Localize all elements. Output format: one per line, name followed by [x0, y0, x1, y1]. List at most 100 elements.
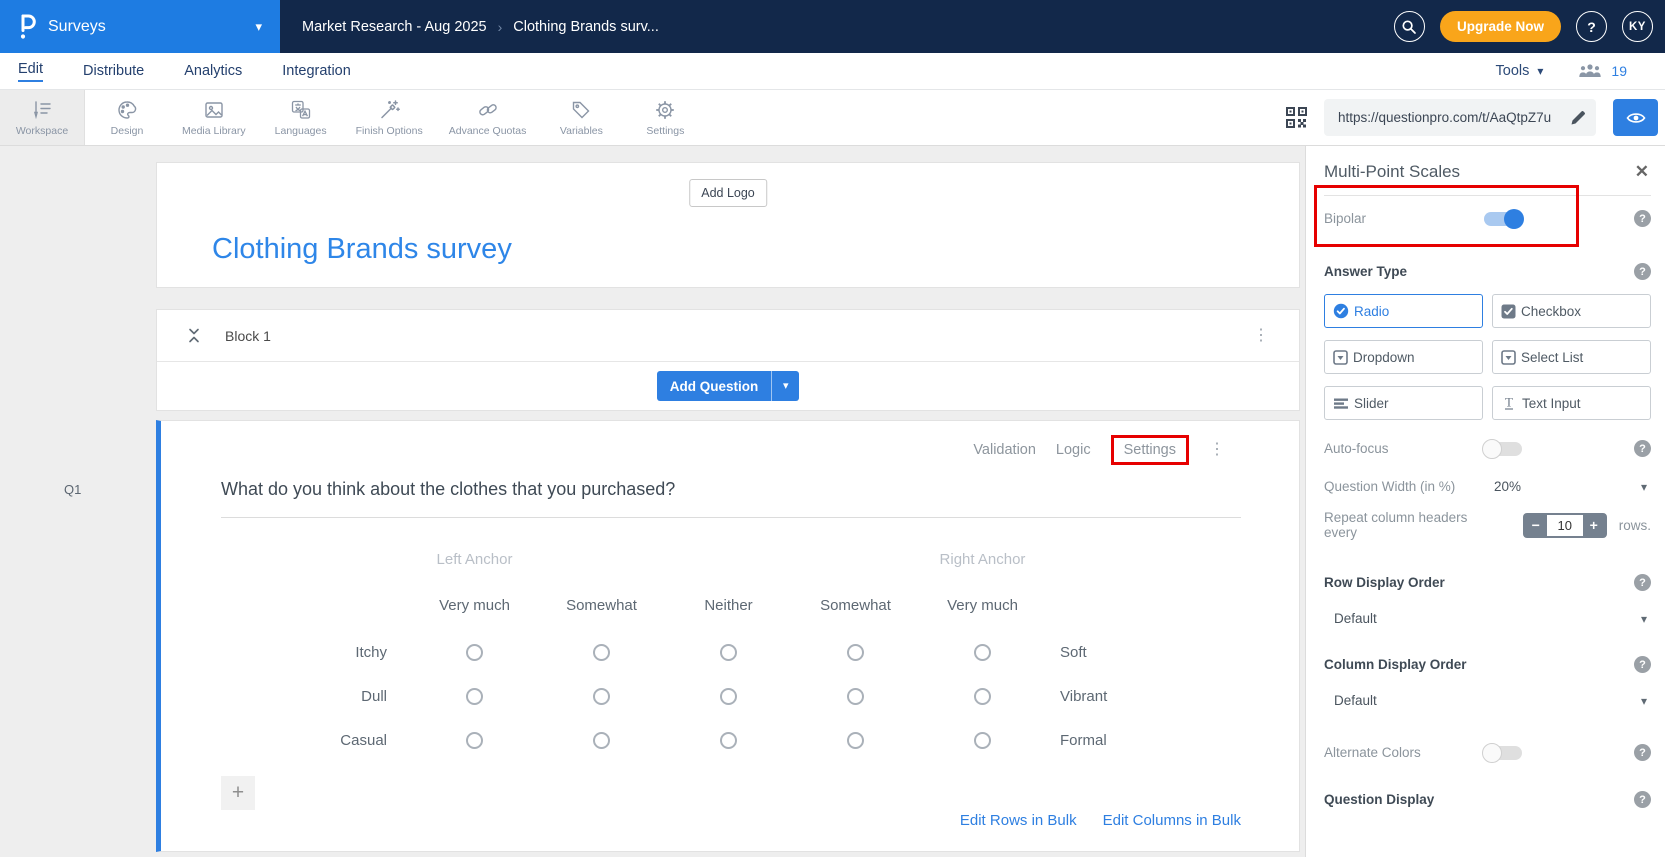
qr-code-button[interactable]	[1286, 107, 1307, 128]
answer-type-radio[interactable]: Radio	[1324, 294, 1483, 328]
left-anchor-label[interactable]: Left Anchor	[411, 551, 538, 568]
collapse-block-icon[interactable]	[187, 327, 201, 344]
add-logo-button[interactable]: Add Logo	[689, 179, 767, 207]
answer-type-slider[interactable]: Slider	[1324, 386, 1483, 420]
toolbar-item-design[interactable]: Design	[85, 90, 169, 145]
tab-analytics[interactable]: Analytics	[184, 63, 242, 79]
row-right-label[interactable]: Vibrant	[1046, 688, 1246, 705]
bipolar-toggle[interactable]	[1484, 208, 1524, 229]
search-button[interactable]	[1393, 11, 1425, 42]
toolbar-item-languages[interactable]: Languages	[259, 90, 343, 145]
row-right-label[interactable]: Formal	[1046, 732, 1246, 749]
scale-column-header[interactable]: Neither	[665, 597, 792, 614]
survey-title[interactable]: Clothing Brands survey	[212, 233, 512, 266]
radio-button[interactable]	[466, 731, 483, 749]
editor-content: Q1 Add Logo Clothing Brands survey Block…	[0, 146, 1665, 857]
scale-column-header[interactable]: Somewhat	[792, 597, 919, 614]
answer-type-checkbox[interactable]: Checkbox	[1492, 294, 1651, 328]
scale-column-header[interactable]: Very much	[919, 597, 1046, 614]
chevron-down-icon[interactable]: ▾	[1641, 480, 1647, 494]
toolbar-item-media-library[interactable]: Media Library	[169, 90, 259, 145]
help-icon[interactable]: ?	[1634, 744, 1651, 761]
radio-button[interactable]	[593, 643, 610, 661]
radio-button[interactable]	[466, 687, 483, 705]
edit-url-pencil-icon[interactable]	[1569, 108, 1588, 127]
radio-button[interactable]	[974, 731, 991, 749]
tab-edit[interactable]: Edit	[18, 61, 43, 82]
add-question-button[interactable]: Add Question	[656, 371, 772, 401]
radio-button[interactable]	[974, 643, 991, 661]
row-left-label[interactable]: Itchy	[221, 644, 411, 661]
help-icon[interactable]: ?	[1634, 440, 1651, 457]
help-icon[interactable]: ?	[1634, 210, 1651, 227]
right-anchor-label[interactable]: Right Anchor	[919, 551, 1046, 568]
plus-button[interactable]: +	[1583, 515, 1605, 536]
answer-type-label: Text Input	[1522, 395, 1581, 411]
toolbar-item-settings[interactable]: Settings	[623, 90, 707, 145]
section-nav: Edit Distribute Analytics Integration To…	[0, 53, 1665, 90]
row-left-label[interactable]: Casual	[221, 732, 411, 749]
preview-button[interactable]	[1613, 99, 1658, 136]
add-question-dropdown[interactable]: ▾	[771, 371, 800, 401]
repeat-headers-row: Repeat column headers every − + rows.	[1324, 510, 1651, 540]
block-menu-kebab-icon[interactable]: ⋮	[1253, 327, 1269, 344]
radio-button[interactable]	[847, 687, 864, 705]
row-display-order-heading-row: Row Display Order ?	[1324, 574, 1651, 591]
toolbar-item-finish-options[interactable]: Finish Options	[343, 90, 436, 145]
alternate-colors-toggle[interactable]	[1482, 742, 1522, 763]
answer-type-text-input[interactable]: T Text Input	[1492, 386, 1651, 420]
row-left-label[interactable]: Dull	[221, 688, 411, 705]
answer-type-dropdown[interactable]: Dropdown	[1324, 340, 1483, 374]
product-name: Surveys	[48, 17, 106, 35]
tab-distribute[interactable]: Distribute	[83, 63, 144, 79]
product-switcher[interactable]: Surveys ▾	[0, 0, 280, 53]
toolbar-item-advance-quotas[interactable]: Advance Quotas	[436, 90, 540, 145]
help-icon[interactable]: ?	[1634, 656, 1651, 673]
validation-link[interactable]: Validation	[973, 442, 1036, 458]
avatar[interactable]: KY	[1622, 11, 1653, 42]
edit-columns-in-bulk-link[interactable]: Edit Columns in Bulk	[1103, 812, 1241, 829]
radio-button[interactable]	[593, 687, 610, 705]
close-icon[interactable]: ✕	[1635, 162, 1649, 182]
radio-button[interactable]	[720, 731, 737, 749]
question-number-label: Q1	[64, 482, 82, 497]
repeat-headers-input[interactable]	[1546, 514, 1583, 536]
toolbar-item-variables[interactable]: Variables	[539, 90, 623, 145]
add-row-button[interactable]: +	[221, 776, 255, 810]
help-icon[interactable]: ?	[1634, 263, 1651, 280]
radio-button[interactable]	[593, 731, 610, 749]
help-button[interactable]: ?	[1576, 11, 1607, 42]
breadcrumb-folder[interactable]: Market Research - Aug 2025	[302, 19, 487, 35]
auto-focus-toggle[interactable]	[1482, 438, 1522, 459]
edit-rows-in-bulk-link[interactable]: Edit Rows in Bulk	[960, 812, 1077, 829]
scale-column-header[interactable]: Very much	[411, 597, 538, 614]
scale-column-header[interactable]: Somewhat	[538, 597, 665, 614]
help-icon[interactable]: ?	[1634, 574, 1651, 591]
upgrade-button[interactable]: Upgrade Now	[1439, 11, 1561, 42]
radio-button[interactable]	[847, 643, 864, 661]
radio-button[interactable]	[720, 643, 737, 661]
radio-button[interactable]	[720, 687, 737, 705]
settings-link-highlighted[interactable]: Settings	[1110, 435, 1189, 465]
survey-url-field[interactable]: https://questionpro.com/t/AaQtpZ7u	[1324, 99, 1596, 136]
toolbar-item-workspace[interactable]: Workspace	[0, 90, 85, 145]
help-icon[interactable]: ?	[1634, 791, 1651, 808]
column-display-order-select[interactable]: Default ▾	[1324, 693, 1651, 708]
multipoint-scale-matrix: Left Anchor Right Anchor Very much Somew…	[221, 538, 1299, 762]
row-display-order-select[interactable]: Default ▾	[1324, 611, 1651, 626]
tab-integration[interactable]: Integration	[282, 63, 351, 79]
radio-button[interactable]	[847, 731, 864, 749]
toolbar-item-label: Advance Quotas	[448, 125, 527, 137]
row-right-label[interactable]: Soft	[1046, 644, 1246, 661]
radio-button[interactable]	[974, 687, 991, 705]
answer-type-select-list[interactable]: Select List	[1492, 340, 1651, 374]
logic-link[interactable]: Logic	[1056, 442, 1091, 458]
collaborators[interactable]: 19	[1577, 63, 1627, 79]
question-text[interactable]: What do you think about the clothes that…	[221, 479, 1241, 500]
question-width-value[interactable]: 20%	[1494, 479, 1521, 494]
radio-button[interactable]	[466, 643, 483, 661]
tools-menu[interactable]: Tools ▾	[1496, 63, 1544, 79]
search-icon	[1401, 19, 1417, 35]
question-menu-kebab-icon[interactable]: ⋮	[1209, 442, 1225, 458]
minus-button[interactable]: −	[1525, 515, 1547, 536]
